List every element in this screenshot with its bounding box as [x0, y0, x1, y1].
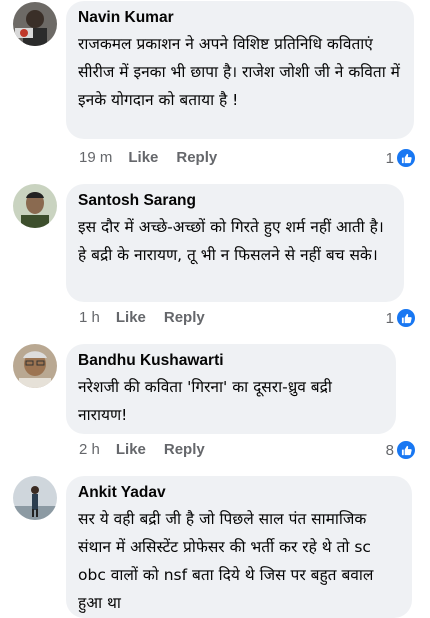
comment-text: राजकमल प्रकाशन ने अपने विशिष्ट प्रतिनिधि… [78, 35, 400, 109]
comment-actions: 2 h Like Reply [79, 441, 223, 458]
comment-time[interactable]: 1 h [79, 309, 100, 326]
reply-button[interactable]: Reply [164, 309, 205, 326]
comment-time[interactable]: 19 m [79, 149, 112, 166]
comment-text: नरेशजी की कविता 'गिरना' का दूसरा-ध्रुव ब… [78, 378, 332, 424]
like-button[interactable]: Like [128, 149, 158, 166]
reaction-count-number: 1 [385, 149, 394, 167]
comment-bubble: Ankit Yadav सर ये वही बद्री जी है जो पिछ… [66, 476, 412, 618]
comment-actions: 19 m Like Reply [79, 149, 235, 166]
avatar[interactable] [13, 184, 57, 228]
like-button[interactable]: Like [116, 309, 146, 326]
reaction-count-number: 1 [385, 309, 394, 327]
comment-author[interactable]: Ankit Yadav [78, 484, 400, 502]
thumbs-up-icon [396, 440, 416, 460]
avatar[interactable] [13, 2, 57, 46]
comment-text: इस दौर में अच्छे-अच्छों को गिरते हुए शर्… [78, 218, 384, 264]
reply-button[interactable]: Reply [164, 441, 205, 458]
comment-bubble: Bandhu Kushawarti नरेशजी की कविता 'गिरना… [66, 344, 396, 434]
like-button[interactable]: Like [116, 441, 146, 458]
reaction-count[interactable]: 1 [386, 148, 416, 168]
comment-actions: 1 h Like Reply [79, 309, 223, 326]
thumbs-up-icon [396, 308, 416, 328]
reaction-count-number: 8 [385, 441, 394, 459]
reaction-count[interactable]: 8 [386, 440, 416, 460]
comment-bubble: Navin Kumar राजकमल प्रकाशन ने अपने विशिष… [66, 1, 414, 139]
comment-bubble: Santosh Sarang इस दौर में अच्छे-अच्छों क… [66, 184, 404, 302]
reaction-count[interactable]: 1 [386, 308, 416, 328]
reply-button[interactable]: Reply [176, 149, 217, 166]
comment-author[interactable]: Santosh Sarang [78, 192, 392, 210]
comment-author[interactable]: Bandhu Kushawarti [78, 352, 384, 370]
avatar[interactable] [13, 476, 57, 520]
thumbs-up-icon [396, 148, 416, 168]
comment-time[interactable]: 2 h [79, 441, 100, 458]
comment-text: सर ये वही बद्री जी है जो पिछले साल पंत स… [78, 510, 374, 612]
comment-author[interactable]: Navin Kumar [78, 9, 402, 27]
avatar[interactable] [13, 344, 57, 388]
